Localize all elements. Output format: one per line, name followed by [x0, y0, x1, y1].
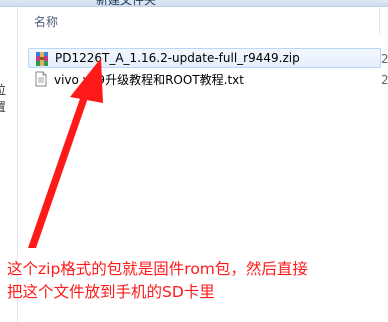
- annotation-text: 这个zip格式的包就是固件rom包，然后直接 把这个文件放到手机的SD卡里: [7, 258, 382, 304]
- annotation-line-1: 这个zip格式的包就是固件rom包，然后直接: [7, 260, 308, 278]
- arrow-shaft: [28, 90, 90, 248]
- annotation-line-2: 把这个文件放到手机的SD卡里: [7, 283, 215, 301]
- arrow-head: [70, 58, 103, 103]
